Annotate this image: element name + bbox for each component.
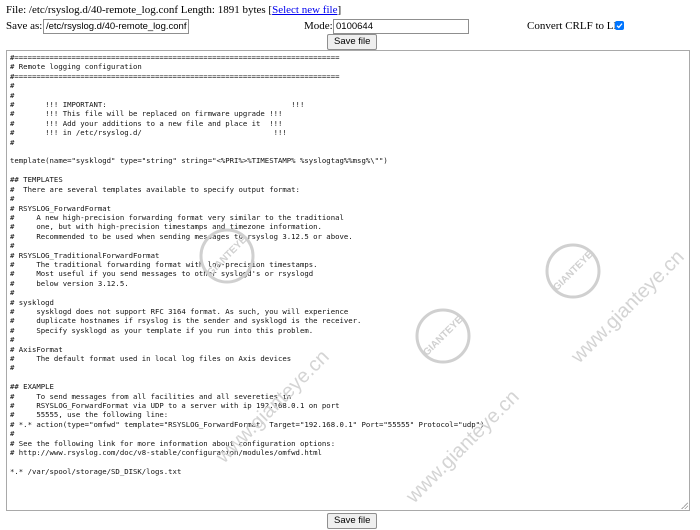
crlf-checkbox[interactable]	[615, 21, 624, 30]
select-new-file-link[interactable]: Select new file	[272, 4, 337, 16]
file-info-suffix: ]	[337, 4, 342, 16]
crlf-label: Convert CRLF to LF:	[527, 20, 623, 32]
save-file-button-top[interactable]: Save file	[327, 34, 378, 50]
mode-input[interactable]: 0100644	[333, 19, 469, 34]
mode-label: Mode:	[304, 20, 333, 32]
save-options-row: Save as: /etc/rsyslog.d/40-remote_log.co…	[0, 19, 700, 35]
save-as-input[interactable]: /etc/rsyslog.d/40-remote_log.conf	[43, 19, 189, 34]
file-content-editor[interactable]: #=======================================…	[6, 50, 690, 511]
resize-handle[interactable]	[681, 502, 688, 509]
file-info: File: /etc/rsyslog.d/40-remote_log.conf …	[6, 4, 341, 16]
file-content-text[interactable]: #=======================================…	[10, 53, 686, 476]
save-file-button-bottom[interactable]: Save file	[327, 513, 378, 529]
file-info-text: File: /etc/rsyslog.d/40-remote_log.conf …	[6, 4, 273, 16]
save-as-label: Save as:	[6, 20, 43, 32]
checkmark-icon	[616, 23, 623, 29]
